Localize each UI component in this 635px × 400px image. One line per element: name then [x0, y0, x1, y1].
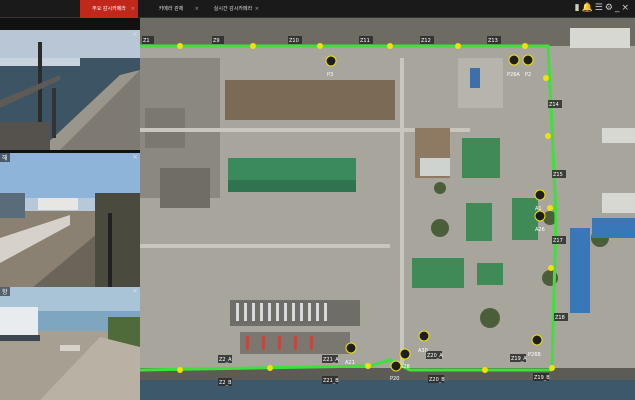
svg-text:Z19_A: Z19_A	[511, 356, 527, 362]
svg-text:Z15: Z15	[553, 172, 563, 178]
zone-label: Z10	[288, 36, 302, 44]
svg-text:A30: A30	[418, 348, 428, 354]
camera-feed-1	[0, 30, 140, 150]
camera-view-1[interactable]: ×	[0, 30, 140, 150]
svg-text:Z17: Z17	[553, 238, 563, 244]
close-icon[interactable]: ×	[621, 3, 631, 13]
svg-text:P26A: P26A	[507, 72, 520, 78]
zone-label: Z14	[548, 100, 562, 108]
svg-text:P20: P20	[390, 376, 399, 382]
menu-icon[interactable]: ☰	[595, 3, 605, 13]
camera-feed-3	[0, 287, 140, 400]
zone-label: Z15	[552, 170, 566, 178]
top-icons: ▮🔔☰⚙_×	[575, 3, 631, 13]
svg-text:Z10: Z10	[289, 38, 299, 44]
svg-text:Z9: Z9	[213, 38, 220, 44]
aerial-map: Z1 Z9 Z10 Z11 Z12 Z13 Z14 Z15 Z17 Z18 Z1…	[140, 18, 635, 400]
zone-label: Z9	[212, 36, 224, 44]
svg-text:P2: P2	[525, 72, 531, 78]
svg-text:Z21_B: Z21_B	[323, 378, 339, 384]
zone-label: Z12	[420, 36, 434, 44]
camera-view-3[interactable]: 항 ×	[0, 287, 140, 400]
tab-label: 카메라 관제	[158, 6, 184, 12]
svg-text:Z18: Z18	[555, 315, 565, 321]
svg-text:Z13: Z13	[488, 38, 498, 44]
zone-label: Z13	[487, 36, 501, 44]
zone-label: Z20_A	[426, 351, 443, 359]
camera-close-icon[interactable]: ×	[132, 153, 138, 161]
site-map[interactable]: Z1 Z9 Z10 Z11 Z12 Z13 Z14 Z15 Z17 Z18 Z1…	[140, 18, 635, 400]
top-bar: 주요 감시카메라 × 카메라 관제 × 실시간 감시카메라 × ▮🔔☰⚙_×	[0, 0, 635, 18]
svg-text:Z14: Z14	[549, 102, 559, 108]
tab-close-icon[interactable]: ×	[195, 0, 199, 18]
svg-text:A21: A21	[345, 360, 355, 366]
svg-text:P26B: P26B	[528, 352, 541, 358]
svg-text:P3: P3	[327, 72, 333, 78]
zone-label: Z21_B	[322, 376, 339, 384]
tab-label: 실시간 감시카메라	[213, 6, 253, 12]
camera-label-2: 해	[0, 153, 10, 162]
svg-text:Z2_B: Z2_B	[219, 380, 232, 386]
tab-close-icon[interactable]: ×	[255, 0, 259, 18]
svg-text:Z2_A: Z2_A	[219, 357, 232, 363]
tab-main-cameras[interactable]: 주요 감시카메라 ×	[80, 0, 138, 18]
zone-label: Z19_B	[533, 373, 550, 381]
svg-text:Z20_B: Z20_B	[429, 377, 445, 383]
zone-label: Z11	[359, 36, 373, 44]
svg-text:Z1: Z1	[143, 38, 150, 44]
tab-close-icon[interactable]: ×	[131, 0, 135, 18]
zone-label: Z1	[142, 36, 154, 44]
zone-label: Z18	[554, 313, 568, 321]
svg-text:A28: A28	[400, 364, 410, 370]
zone-label: Z19_A	[510, 354, 527, 362]
zone-label: Z2_A	[218, 355, 232, 363]
camera-panel: × 해 × 항 ×	[0, 18, 140, 400]
tab-camera-control[interactable]: 카메라 관제 ×	[140, 0, 202, 18]
gear-icon[interactable]: ⚙	[605, 3, 615, 13]
svg-text:Z11: Z11	[360, 38, 370, 44]
bell-icon[interactable]: 🔔	[582, 3, 595, 13]
camera-close-icon[interactable]: ×	[132, 30, 138, 38]
battery-icon: ▮	[574, 3, 582, 13]
camera-feed-2	[0, 153, 140, 298]
zone-label: Z17	[552, 236, 566, 244]
camera-label-3: 항	[0, 287, 10, 296]
svg-text:Z20_A: Z20_A	[427, 353, 443, 359]
tab-live-cameras[interactable]: 실시간 감시카메라 ×	[204, 0, 262, 18]
svg-text:Z19_B: Z19_B	[534, 375, 550, 381]
zone-label: Z20_B	[428, 375, 445, 383]
zone-label: Z2_B	[218, 378, 232, 386]
zone-label: Z21_A	[322, 355, 339, 363]
camera-view-2[interactable]: 해 ×	[0, 153, 140, 298]
svg-text:A26: A26	[535, 227, 545, 233]
tab-label: 주요 감시카메라	[92, 6, 126, 12]
svg-text:Z21_A: Z21_A	[323, 357, 339, 363]
camera-close-icon[interactable]: ×	[132, 287, 138, 295]
svg-text:Z12: Z12	[421, 38, 431, 44]
